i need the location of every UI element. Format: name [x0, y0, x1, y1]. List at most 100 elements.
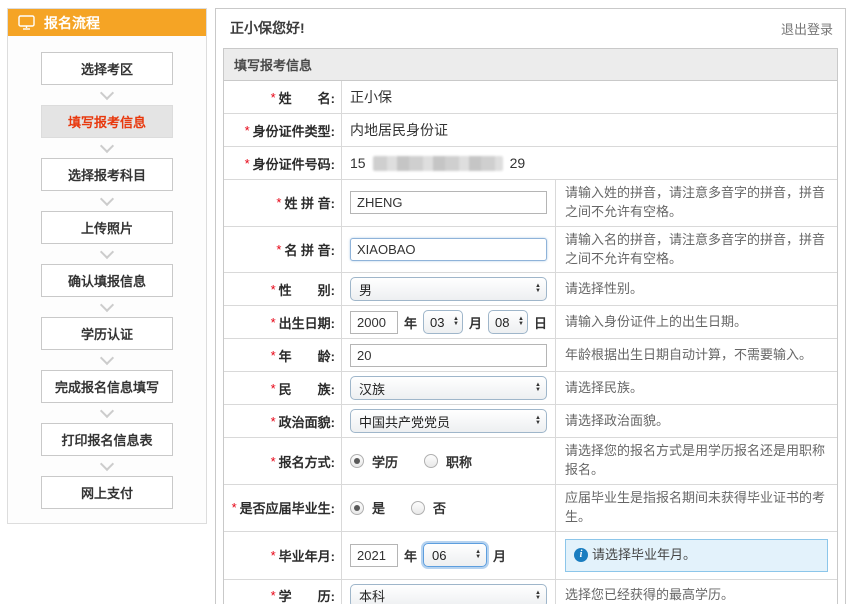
registration-method-label: *报名方式:: [224, 438, 342, 484]
fresh-graduate-label: *是否应届毕业生:: [224, 485, 342, 531]
age-input[interactable]: [350, 344, 547, 367]
given-pinyin-cell: [342, 227, 556, 273]
year-unit: 年: [404, 546, 417, 565]
birth-day-select[interactable]: 08▲▼: [488, 310, 528, 334]
form-title: 填写报考信息: [224, 49, 837, 81]
sidebar-header: 报名流程: [8, 9, 206, 36]
education-cell: 本科▲▼: [342, 580, 556, 604]
surname-pinyin-input[interactable]: [350, 191, 547, 214]
row-fresh-graduate: *是否应届毕业生: 是 否 应届毕业生是指报名期间未获得毕业证书的考生。: [224, 485, 837, 532]
gender-select[interactable]: 男▲▼: [350, 277, 547, 301]
row-ethnicity: *民 族: 汉族▲▼ 请选择民族。: [224, 372, 837, 405]
radio-no-label: 否: [433, 498, 446, 517]
radio-yes[interactable]: [350, 501, 364, 515]
id-number-label: *身份证件号码:: [224, 147, 342, 179]
row-given-pinyin: *名 拼 音: 请输入名的拼音，请注意多音字的拼音，拼音之间不允许有空格。: [224, 227, 837, 274]
sidebar-title: 报名流程: [44, 13, 100, 33]
graduation-date-hint: 请选择毕业年月。: [592, 546, 696, 565]
id-number-prefix: 15: [350, 155, 366, 171]
name-value-cell: 正小保: [342, 81, 837, 113]
radio-professional-title-label: 职称: [446, 452, 472, 471]
chevron-down-icon: [100, 86, 114, 100]
political-status-label: *政治面貌:: [224, 405, 342, 437]
row-birth-date: *出生日期: 年 03▲▼ 月 08▲▼ 日 请输入身份证件上的出生日期。: [224, 306, 837, 339]
graduation-date-label: *毕业年月:: [224, 532, 342, 579]
graduation-year-input[interactable]: [350, 544, 398, 567]
sidebar-item-select-exam-area[interactable]: 选择考区: [41, 52, 173, 85]
age-cell: [342, 339, 556, 371]
gender-hint: 请选择性别。: [556, 273, 837, 305]
id-number-redacted-blur: [373, 156, 503, 171]
registration-form: 填写报考信息 *姓 名: 正小保 *身份证件类型: 内地居民身份证 *身份证件号…: [223, 48, 838, 604]
sidebar-item-select-subjects[interactable]: 选择报考科目: [41, 158, 173, 191]
row-surname-pinyin: *姓 拼 音: 请输入姓的拼音，请注意多音字的拼音，拼音之间不允许有空格。: [224, 180, 837, 227]
month-unit: 月: [493, 546, 506, 565]
name-value: 正小保: [350, 87, 392, 107]
birth-date-label: *出生日期:: [224, 306, 342, 338]
surname-pinyin-cell: [342, 180, 556, 226]
radio-no[interactable]: [411, 501, 425, 515]
given-pinyin-input[interactable]: [350, 238, 547, 261]
surname-pinyin-label: *姓 拼 音:: [224, 180, 342, 226]
id-number-suffix: 29: [510, 155, 526, 171]
row-id-number: *身份证件号码: 15 29: [224, 147, 837, 180]
row-age: *年 龄: 年龄根据出生日期自动计算，不需要输入。: [224, 339, 837, 372]
row-id-type: *身份证件类型: 内地居民身份证: [224, 114, 837, 147]
steps-list: 选择考区 填写报考信息 选择报考科目 上传照片 确认填报信息 学历认证 完成报名…: [8, 36, 206, 523]
logout-link[interactable]: 退出登录: [781, 19, 833, 38]
month-unit: 月: [469, 313, 482, 332]
registration-method-cell: 学历 职称: [342, 438, 556, 484]
select-stepper-icon: ▲▼: [535, 591, 541, 601]
user-greeting: 正小保您好!: [230, 18, 305, 38]
education-select[interactable]: 本科▲▼: [350, 584, 547, 604]
gender-cell: 男▲▼: [342, 273, 556, 305]
radio-education[interactable]: [350, 454, 364, 468]
greeting-bar: 正小保您好! 退出登录: [216, 9, 845, 48]
row-name: *姓 名: 正小保: [224, 81, 837, 114]
ethnicity-hint: 请选择民族。: [556, 372, 837, 404]
chevron-down-icon: [100, 192, 114, 206]
radio-professional-title[interactable]: [424, 454, 438, 468]
birth-date-cell: 年 03▲▼ 月 08▲▼ 日: [342, 306, 556, 338]
monitor-icon: [18, 15, 35, 30]
surname-pinyin-hint: 请输入姓的拼音，请注意多音字的拼音，拼音之间不允许有空格。: [556, 180, 837, 226]
id-type-value-cell: 内地居民身份证: [342, 114, 837, 146]
sidebar-item-fill-registration-info[interactable]: 填写报考信息: [41, 105, 173, 138]
select-stepper-icon: ▲▼: [518, 317, 524, 327]
sidebar-item-education-verification[interactable]: 学历认证: [41, 317, 173, 350]
sidebar-item-online-payment[interactable]: 网上支付: [41, 476, 173, 509]
row-registration-method: *报名方式: 学历 职称 请选择您的报名方式是用学历报名还是用职称报名。: [224, 438, 837, 485]
political-status-cell: 中国共产党党员▲▼: [342, 405, 556, 437]
sidebar-item-upload-photo[interactable]: 上传照片: [41, 211, 173, 244]
birth-year-input[interactable]: [350, 311, 398, 334]
id-type-value: 内地居民身份证: [350, 120, 448, 140]
given-pinyin-hint: 请输入名的拼音，请注意多音字的拼音，拼音之间不允许有空格。: [556, 227, 837, 273]
fresh-graduate-hint: 应届毕业生是指报名期间未获得毕业证书的考生。: [556, 485, 837, 531]
sidebar-item-confirm-info[interactable]: 确认填报信息: [41, 264, 173, 297]
row-education: *学 历: 本科▲▼ 选择您已经获得的最高学历。: [224, 580, 837, 604]
fresh-graduate-radios: 是 否: [350, 498, 446, 517]
select-stepper-icon: ▲▼: [535, 416, 541, 426]
political-status-hint: 请选择政治面貌。: [556, 405, 837, 437]
birth-month-select[interactable]: 03▲▼: [423, 310, 463, 334]
select-stepper-icon: ▲▼: [475, 550, 481, 560]
education-label: *学 历:: [224, 580, 342, 604]
ethnicity-select[interactable]: 汉族▲▼: [350, 376, 547, 400]
year-unit: 年: [404, 313, 417, 332]
row-political-status: *政治面貌: 中国共产党党员▲▼ 请选择政治面貌。: [224, 405, 837, 438]
birth-date-hint: 请输入身份证件上的出生日期。: [556, 306, 837, 338]
sidebar-item-print-registration-form[interactable]: 打印报名信息表: [41, 423, 173, 456]
graduation-month-select[interactable]: 06▲▼: [423, 543, 487, 567]
sidebar-item-complete-registration[interactable]: 完成报名信息填写: [41, 370, 173, 403]
chevron-down-icon: [100, 139, 114, 153]
age-hint: 年龄根据出生日期自动计算，不需要输入。: [556, 339, 837, 371]
gender-label: *性 别:: [224, 273, 342, 305]
id-type-label: *身份证件类型:: [224, 114, 342, 146]
radio-education-label: 学历: [372, 452, 398, 471]
main-panel: 正小保您好! 退出登录 填写报考信息 *姓 名: 正小保 *身份证件类型: 内地…: [215, 8, 846, 604]
graduation-date-info-box: i 请选择毕业年月。: [565, 539, 828, 572]
political-status-select[interactable]: 中国共产党党员▲▼: [350, 409, 547, 433]
chevron-down-icon: [100, 298, 114, 312]
sidebar: 报名流程 选择考区 填写报考信息 选择报考科目 上传照片 确认填报信息 学历认证…: [7, 8, 207, 524]
select-stepper-icon: ▲▼: [535, 284, 541, 294]
